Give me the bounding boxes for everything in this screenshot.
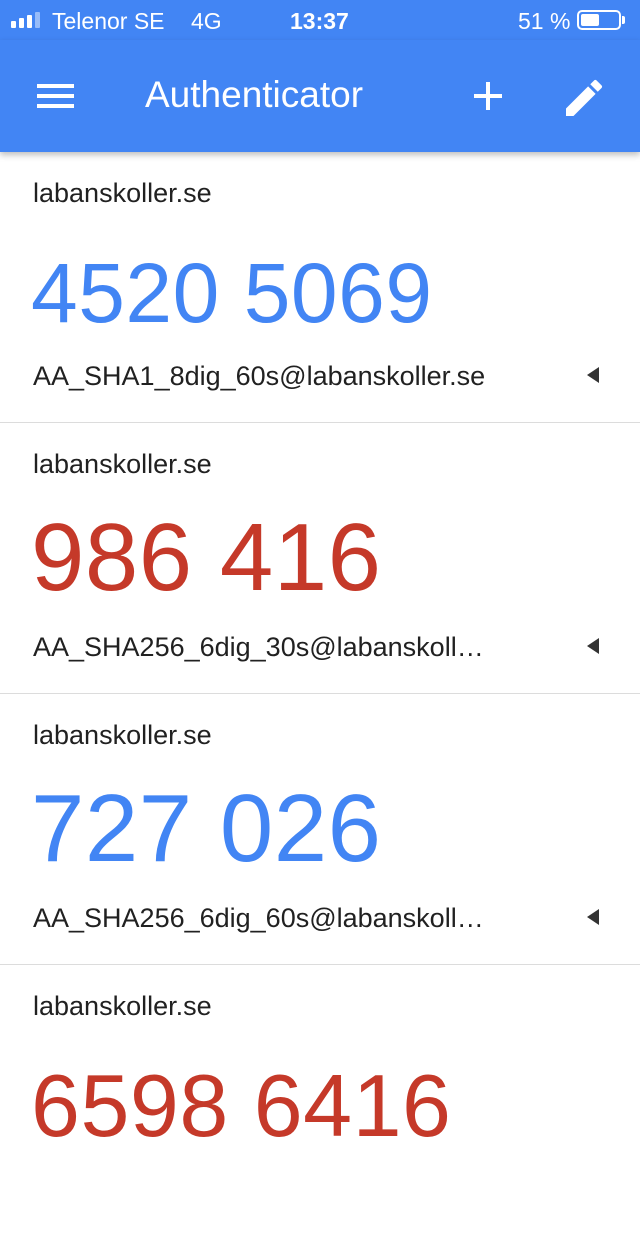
edit-button[interactable] (560, 74, 608, 122)
account-row[interactable]: labanskoller.se 986 416 AA_SHA256_6dig_3… (0, 423, 640, 694)
otp-code: 4520 5069 (31, 246, 433, 340)
clock: 13:37 (290, 8, 349, 34)
otp-code: 986 416 (31, 504, 382, 611)
account-row[interactable]: labanskoller.se 6598 6416 (0, 965, 640, 1236)
account-name: AA_SHA256_6dig_60s@labanskoll… (33, 903, 484, 933)
details-arrow-icon[interactable] (587, 367, 599, 383)
app-bar: Authenticator (0, 40, 640, 152)
edit-icon (566, 79, 603, 116)
carrier-name: Telenor SE (52, 8, 165, 34)
battery-percentage: 51 % (518, 8, 571, 34)
network-type: 4G (191, 8, 222, 34)
signal-strength-icon (11, 12, 40, 28)
account-name: AA_SHA256_6dig_30s@labanskoll… (33, 632, 484, 662)
account-name: AA_SHA1_8dig_60s@labanskoller.se (33, 361, 486, 391)
account-row[interactable]: labanskoller.se 727 026 AA_SHA256_6dig_6… (0, 694, 640, 965)
details-arrow-icon[interactable] (587, 638, 599, 654)
details-arrow-icon[interactable] (587, 909, 599, 925)
battery-icon (577, 10, 621, 30)
account-issuer: labanskoller.se (33, 720, 212, 750)
otp-code: 6598 6416 (31, 1056, 452, 1155)
add-account-button[interactable] (466, 74, 510, 118)
otp-code: 727 026 (31, 775, 382, 882)
battery-nub (622, 16, 625, 24)
menu-button[interactable] (34, 80, 78, 112)
status-bar: Telenor SE 4G 13:37 51 % (0, 0, 640, 40)
account-issuer: labanskoller.se (33, 449, 212, 479)
account-issuer: labanskoller.se (33, 991, 212, 1021)
account-issuer: labanskoller.se (33, 178, 212, 208)
account-list: labanskoller.se 4520 5069 AA_SHA1_8dig_6… (0, 152, 640, 1236)
page-title: Authenticator (145, 74, 364, 115)
account-row[interactable]: labanskoller.se 4520 5069 AA_SHA1_8dig_6… (0, 152, 640, 423)
